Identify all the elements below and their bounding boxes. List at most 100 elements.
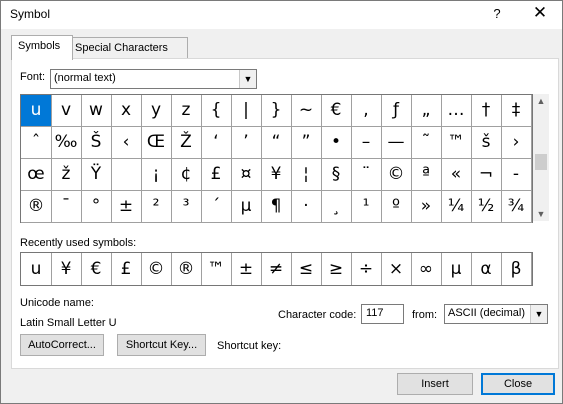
recent-symbol-cell[interactable]: u [21, 253, 52, 285]
symbol-cell[interactable]: § [321, 159, 352, 191]
symbol-cell[interactable]: , [351, 95, 382, 127]
font-dropdown[interactable]: (normal text) ▼ [50, 69, 257, 89]
symbol-cell[interactable]: Œ [141, 127, 172, 159]
symbol-cell[interactable]: Š [81, 127, 112, 159]
symbol-cell[interactable]: € [321, 95, 352, 127]
symbol-cell[interactable]: ~ [291, 95, 322, 127]
symbol-cell[interactable]: ª [411, 159, 442, 191]
recent-symbol-cell[interactable]: ™ [201, 253, 232, 285]
recent-symbol-cell[interactable]: € [81, 253, 112, 285]
symbol-cell[interactable]: Ž [171, 127, 202, 159]
recent-symbol-cell[interactable]: ≠ [261, 253, 292, 285]
symbol-cell[interactable]: ¤ [231, 159, 262, 191]
autocorrect-button[interactable]: AutoCorrect... [20, 334, 104, 356]
symbol-cell[interactable]: · [291, 191, 322, 223]
symbol-cell[interactable]: { [201, 95, 232, 127]
recent-symbol-cell[interactable]: × [381, 253, 412, 285]
symbol-cell[interactable]: ³ [171, 191, 202, 223]
symbol-cell[interactable]: ‡ [501, 95, 532, 127]
character-code-input[interactable]: 117 [361, 304, 404, 324]
symbol-cell[interactable]: › [501, 127, 532, 159]
symbol-cell[interactable]: — [381, 127, 412, 159]
symbol-cell[interactable]: ¦ [291, 159, 322, 191]
recent-symbol-cell[interactable]: ¥ [51, 253, 82, 285]
symbol-cell[interactable]: ¥ [261, 159, 292, 191]
recent-symbol-cell[interactable]: α [471, 253, 502, 285]
scroll-down-arrow-icon[interactable]: ▼ [533, 207, 549, 221]
symbol-cell[interactable]: ‰ [51, 127, 82, 159]
recent-symbol-cell[interactable]: ≥ [321, 253, 352, 285]
close-button[interactable]: Close [481, 373, 555, 395]
symbol-cell[interactable]: » [411, 191, 442, 223]
symbol-cell[interactable]: x [111, 95, 142, 127]
recent-symbols-grid[interactable]: u ¥ € £ © ® ™ ± ≠ ≤ ≥ ÷ × ∞ µ α β [20, 252, 533, 286]
from-dropdown[interactable]: ASCII (decimal) ▼ [444, 304, 548, 324]
symbol-cell[interactable]: w [81, 95, 112, 127]
recent-symbol-cell[interactable]: β [501, 253, 532, 285]
symbol-cell[interactable]: ƒ [381, 95, 412, 127]
scroll-up-arrow-icon[interactable]: ▲ [533, 94, 549, 108]
symbol-cell[interactable]: ¶ [261, 191, 292, 223]
symbol-cell[interactable]: š [471, 127, 502, 159]
symbol-cell[interactable]: u [21, 95, 52, 127]
symbol-cell[interactable]: … [441, 95, 472, 127]
symbol-cell[interactable]: ” [291, 127, 322, 159]
symbol-cell[interactable]: } [261, 95, 292, 127]
symbol-cell[interactable]: ° [81, 191, 112, 223]
recent-symbol-cell[interactable]: ± [231, 253, 262, 285]
symbol-cell[interactable]: ™ [441, 127, 472, 159]
symbol-grid-scrollbar[interactable]: ▲ ▼ [533, 94, 549, 221]
symbol-cell[interactable]: ˜ [411, 127, 442, 159]
symbol-cell[interactable]: ¼ [441, 191, 472, 223]
symbol-cell[interactable]: ® [21, 191, 52, 223]
recent-symbol-cell[interactable]: ∞ [411, 253, 442, 285]
symbol-cell[interactable]: ˆ [21, 127, 52, 159]
help-icon[interactable]: ? [485, 3, 509, 25]
symbol-cell[interactable]: ‘ [201, 127, 232, 159]
symbol-cell[interactable]: v [51, 95, 82, 127]
symbol-cell[interactable]: “ [261, 127, 292, 159]
symbol-cell[interactable]: ½ [471, 191, 502, 223]
symbol-cell[interactable]: Ÿ [81, 159, 112, 191]
symbol-cell[interactable]: ¨ [351, 159, 382, 191]
symbol-cell[interactable]: ´ [201, 191, 232, 223]
symbol-cell[interactable]: ¹ [351, 191, 382, 223]
symbol-cell[interactable]: ¾ [501, 191, 532, 223]
symbol-cell[interactable]: œ [21, 159, 52, 191]
symbol-grid[interactable]: u v w x y z{|} ~ €, ƒ „… † ‡ ˆ ‰ Š ‹ Œ Ž ‘’ “” • – — ˜ ™ š › œ ž Ÿ ¡ ¢ £… [20, 94, 533, 223]
symbol-cell[interactable]: º [381, 191, 412, 223]
symbol-cell[interactable]: ¸ [321, 191, 352, 223]
symbol-cell[interactable]: | [231, 95, 262, 127]
insert-button[interactable]: Insert [397, 373, 473, 395]
from-chevron-down-icon[interactable]: ▼ [530, 305, 547, 323]
symbol-cell[interactable]: ’ [231, 127, 262, 159]
symbol-cell[interactable]: ‹ [111, 127, 142, 159]
symbol-cell[interactable]: • [321, 127, 352, 159]
symbol-cell[interactable]: † [471, 95, 502, 127]
recent-symbol-cell[interactable]: © [141, 253, 172, 285]
recent-symbol-cell[interactable]: ÷ [351, 253, 382, 285]
symbol-cell[interactable]: « [441, 159, 472, 191]
symbol-cell[interactable]: ± [111, 191, 142, 223]
recent-symbol-cell[interactable]: µ [441, 253, 472, 285]
recent-symbol-cell[interactable]: ≤ [291, 253, 322, 285]
symbol-cell[interactable]: µ [231, 191, 262, 223]
symbol-cell[interactable]: y [141, 95, 172, 127]
symbol-cell[interactable]: ž [51, 159, 82, 191]
close-icon[interactable]: ✕ [528, 3, 552, 25]
scroll-thumb[interactable] [535, 154, 547, 170]
tab-symbols[interactable]: Symbols [11, 35, 73, 60]
tab-special-characters[interactable]: Special Characters [68, 37, 188, 59]
symbol-cell[interactable] [111, 159, 142, 191]
symbol-cell[interactable]: - [501, 159, 532, 191]
symbol-cell[interactable]: ¢ [171, 159, 202, 191]
symbol-cell[interactable]: „ [411, 95, 442, 127]
symbol-cell[interactable]: – [351, 127, 382, 159]
symbol-cell[interactable]: ¡ [141, 159, 172, 191]
recent-symbol-cell[interactable]: ® [171, 253, 202, 285]
symbol-cell[interactable]: ¬ [471, 159, 502, 191]
symbol-cell[interactable]: ¯ [51, 191, 82, 223]
chevron-down-icon[interactable]: ▼ [239, 70, 256, 88]
symbol-cell[interactable]: © [381, 159, 412, 191]
recent-symbol-cell[interactable]: £ [111, 253, 142, 285]
